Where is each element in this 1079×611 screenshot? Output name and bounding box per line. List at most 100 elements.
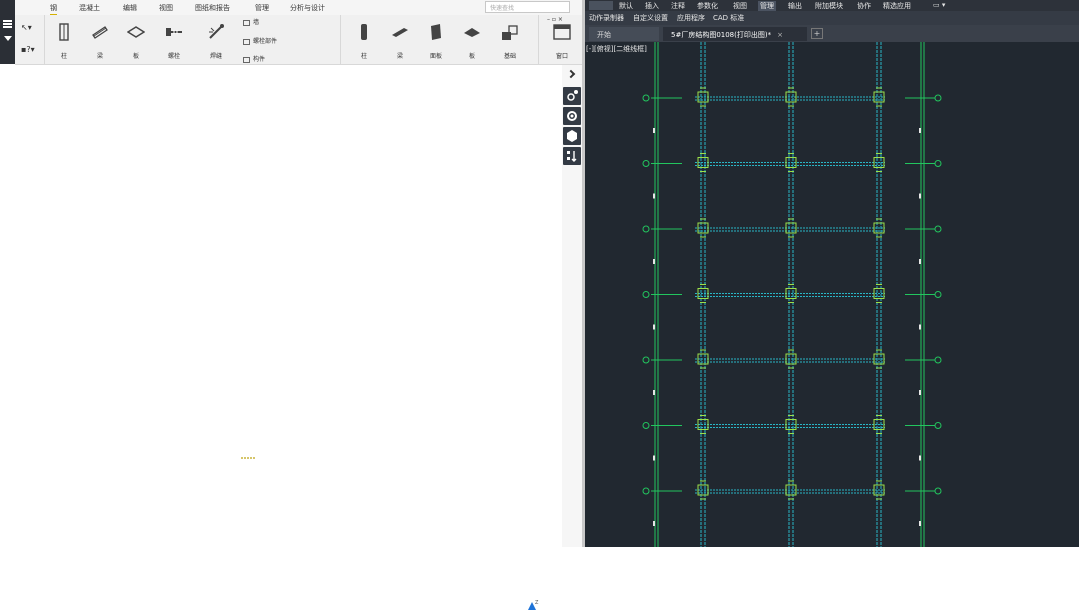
concrete-beam-icon (392, 28, 408, 37)
steel-group: 柱 梁 板 螺栓 焊缝 墙 螺栓部件 构件 (45, 15, 341, 65)
axis-bubble (642, 291, 650, 298)
tab-drawings-reports[interactable]: 图纸和报告 (195, 3, 230, 13)
foundation-icon (502, 25, 518, 40)
cube-icon[interactable] (563, 127, 581, 145)
axis-bubble (642, 94, 650, 102)
settings-gear-icon[interactable] (563, 107, 581, 125)
weld-label: 焊缝 (209, 53, 222, 60)
menu-insert[interactable]: 插入 (645, 1, 659, 11)
structural-plan-drawing[interactable] (585, 42, 1079, 547)
window-controls[interactable]: – ▫ × (547, 16, 563, 23)
tools-icon[interactable] (563, 87, 581, 105)
steel-column-button[interactable]: 柱 (49, 23, 79, 63)
component-button[interactable]: 构件 (243, 54, 265, 63)
concrete-column-icon (361, 24, 367, 40)
quick-search-input[interactable]: 快速查找 (485, 1, 570, 13)
panel-icon (431, 24, 441, 40)
concrete-beam-label: 梁 (396, 53, 403, 60)
concrete-slab-label: 板 (468, 53, 475, 60)
tab-view[interactable]: 视图 (159, 3, 173, 13)
cad-menu-bar: 默认 插入 注释 参数化 视图 管理 输出 附加模块 协作 精选应用 ▭ ▾ (585, 0, 1079, 11)
bolt-button[interactable]: 螺栓 (159, 23, 189, 63)
cad-standards-button[interactable]: CAD 标准 (713, 13, 744, 23)
menu-annotate[interactable]: 注释 (671, 1, 685, 11)
weld-icon (209, 24, 224, 39)
cad-app-window: 默认 插入 注释 参数化 视图 管理 输出 附加模块 协作 精选应用 ▭ ▾ 动… (585, 0, 1079, 547)
plate-icon (127, 26, 145, 38)
tab-concrete[interactable]: 混凝土 (79, 3, 100, 13)
tab-drawing[interactable]: 5#厂房结构图0108(打印出图)* × (663, 27, 807, 41)
app-logo-icon[interactable] (589, 1, 613, 10)
dimension-tick (653, 521, 655, 526)
wall-button[interactable]: 墙 (243, 17, 259, 26)
dimension-tick (653, 259, 655, 264)
sort-icon[interactable] (563, 147, 581, 165)
axis-bubble (642, 356, 650, 364)
menu-parametric[interactable]: 参数化 (697, 1, 718, 11)
dimension-tick (653, 455, 655, 461)
column-icon (59, 23, 69, 41)
wall-icon (243, 19, 250, 26)
dimension-tick (653, 390, 655, 395)
drawing-canvas[interactable]: [-][俯视][二维线框] (585, 42, 1079, 547)
dimension-tick (653, 193, 655, 199)
foundation-button[interactable]: 基础 (495, 23, 525, 63)
dropdown-arrow-icon[interactable] (4, 36, 12, 41)
bolt-part-button[interactable]: 螺栓部件 (243, 36, 277, 45)
new-tab-plus-icon[interactable]: + (811, 28, 823, 39)
bolt-label: 螺栓 (167, 53, 180, 60)
tab-drawing-label: 5#厂房结构图0108(打印出图)* (671, 31, 772, 39)
menu-output[interactable]: 输出 (788, 1, 802, 11)
viewport-controls-label[interactable]: [-][俯视][二维线框] (586, 44, 647, 54)
steel-column-label: 柱 (60, 53, 67, 60)
tab-start[interactable]: 开始 (589, 27, 659, 41)
weld-button[interactable]: 焊缝 (201, 23, 231, 63)
model-view-canvas[interactable]: Z (0, 65, 562, 610)
concrete-beam-button[interactable]: 梁 (385, 23, 415, 63)
concrete-column-button[interactable]: 柱 (349, 23, 379, 63)
steel-beam-button[interactable]: 梁 (85, 23, 115, 63)
menu-featured-apps[interactable]: 精选应用 (883, 1, 911, 11)
tab-edit[interactable]: 编辑 (123, 3, 137, 13)
slab-icon (464, 28, 480, 37)
axis-bubble (934, 291, 942, 298)
axis-bubble (642, 225, 650, 233)
panel-toggle-icon[interactable]: ▭ ▾ (933, 1, 945, 9)
menu-collaborate[interactable]: 协作 (857, 1, 871, 11)
axis-bubble (642, 422, 650, 429)
beam-icon (92, 26, 108, 39)
concrete-panel-button[interactable]: 面板 (421, 23, 451, 63)
selection-tools-group: ↖▾ ▪?▾ (15, 15, 45, 65)
tab-analysis-design[interactable]: 分析与设计 (290, 3, 325, 13)
component-label: 构件 (253, 56, 266, 63)
menu-addins[interactable]: 附加模块 (815, 1, 843, 11)
applications-button[interactable]: 应用程序 (677, 13, 705, 23)
dimension-tick (919, 259, 921, 264)
action-recorder-button[interactable]: 动作录制器 (589, 13, 624, 23)
bolt-part-icon (243, 38, 250, 45)
dimension-tick (919, 324, 921, 330)
axis-bubble (934, 356, 942, 364)
ribbon-panel: ↖▾ ▪?▾ 柱 梁 板 螺栓 焊缝 墙 螺栓部件 构件 柱 梁 面板 板 基础… (15, 15, 584, 65)
ribbon-tab-bar: 钢 混凝土 编辑 视图 图纸和报告 管理 分析与设计 快速查找 (15, 0, 591, 16)
cad-ribbon: 动作录制器 自定义设置 应用程序 CAD 标准 (585, 11, 1079, 25)
select-filter-icon[interactable]: ▪?▾ (21, 45, 35, 54)
menu-default[interactable]: 默认 (619, 1, 633, 11)
tab-manage[interactable]: 管理 (255, 3, 269, 13)
window-button[interactable]: 窗口 (547, 23, 577, 63)
hamburger-menu-icon[interactable] (3, 20, 12, 28)
select-pointer-icon[interactable]: ↖▾ (21, 23, 32, 32)
customization-button[interactable]: 自定义设置 (633, 13, 668, 23)
steel-plate-button[interactable]: 板 (121, 23, 151, 63)
axis-bubble (934, 225, 942, 233)
chevron-right-icon[interactable] (566, 69, 576, 79)
concrete-panel-label: 面板 (429, 53, 442, 60)
menu-manage[interactable]: 管理 (758, 1, 776, 11)
concrete-slab-button[interactable]: 板 (457, 23, 487, 63)
close-tab-icon[interactable]: × (777, 31, 783, 39)
axis-bubble (642, 487, 650, 495)
steel-plate-label: 板 (132, 53, 139, 60)
axis-bubble (934, 487, 942, 495)
side-toolbar (562, 65, 582, 547)
menu-view[interactable]: 视图 (733, 1, 747, 11)
